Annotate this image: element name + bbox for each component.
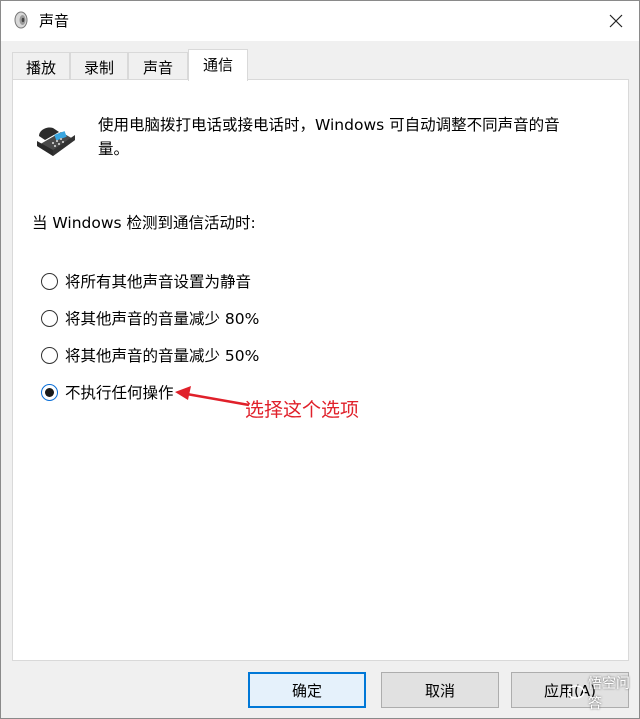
speaker-icon (14, 11, 28, 29)
watermark: 悟空问答 (567, 676, 639, 712)
option-reduce-50[interactable]: 将其他声音的音量减少 50% (41, 343, 259, 367)
cancel-button[interactable]: 取消 (381, 672, 499, 708)
tab-playback[interactable]: 播放 (12, 52, 70, 80)
panel-description: 使用电脑拨打电话或接电话时，Windows 可自动调整不同声音的音量。 (98, 116, 560, 158)
tab-label: 播放 (25, 59, 56, 77)
communications-panel: 使用电脑拨打电话或接电话时，Windows 可自动调整不同声音的音量。 当 Wi… (12, 79, 629, 661)
tab-communications[interactable]: 通信 (188, 49, 248, 81)
title-bar[interactable]: 声音 (1, 1, 639, 41)
option-label: 将其他声音的音量减少 80% (65, 310, 260, 328)
tab-label: 通信 (202, 56, 233, 74)
tab-label: 声音 (142, 59, 173, 77)
radio-button[interactable] (41, 272, 58, 290)
tab-sounds[interactable]: 声音 (128, 52, 188, 80)
radio-button[interactable] (41, 346, 58, 364)
watermark-text: 悟空问答 (588, 676, 630, 712)
tab-recording[interactable]: 录制 (70, 52, 128, 80)
close-button[interactable] (593, 1, 639, 41)
close-icon (609, 14, 623, 28)
annotation-text: 选择这个选项 (245, 399, 360, 421)
option-reduce-80[interactable]: 将其他声音的音量减少 80% (41, 306, 259, 330)
window-title: 声音 (39, 12, 70, 30)
option-do-nothing[interactable]: 不执行任何操作 (41, 380, 174, 404)
chat-bubble-icon (567, 685, 585, 700)
radio-button[interactable] (41, 309, 58, 327)
radio-button-selected[interactable] (41, 383, 58, 401)
option-label: 不执行任何操作 (65, 384, 174, 402)
sound-dialog: 声音 播放 录制 声音 通信 使用电脑拨打电话或接电话时，Windows 可自动… (0, 0, 640, 719)
option-label: 将所有其他声音设置为静音 (65, 273, 252, 291)
tab-label: 录制 (83, 59, 114, 77)
red-arrow-annotation (175, 386, 250, 407)
ok-button[interactable]: 确定 (248, 672, 366, 708)
option-label: 将其他声音的音量减少 50% (65, 347, 260, 365)
option-mute-all[interactable]: 将所有其他声音设置为静音 (41, 269, 251, 293)
telephone-icon (37, 127, 75, 156)
section-label: 当 Windows 检测到通信活动时: (32, 214, 256, 232)
